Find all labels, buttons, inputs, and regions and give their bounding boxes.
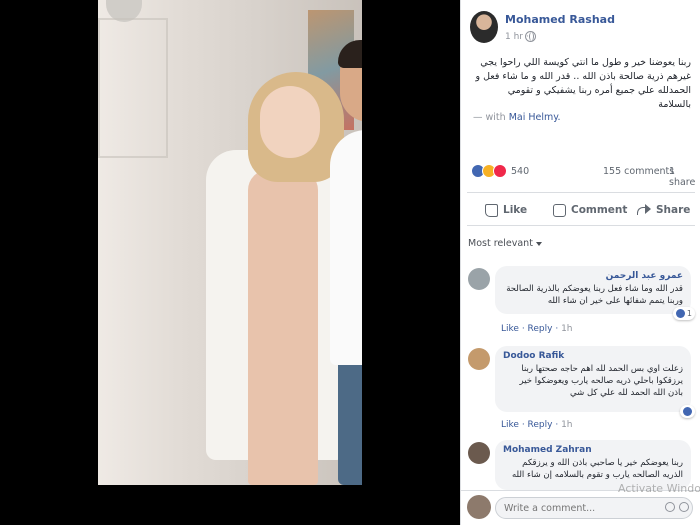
commenter-name[interactable]: Dodoo Rafik [503, 351, 683, 361]
author-avatar[interactable] [470, 11, 498, 43]
photo-shelf [98, 18, 168, 158]
woman-face [260, 86, 320, 158]
emoji-icon[interactable] [665, 502, 675, 512]
share-arrow-icon [637, 204, 651, 216]
comment-count[interactable]: 155 comments [603, 166, 674, 177]
post-text: ربنا يعوضنا خير و طول ما انتي كويسة اللي… [475, 57, 691, 110]
reaction-icons[interactable] [471, 164, 511, 180]
comment-reply-link[interactable]: Reply [528, 324, 553, 334]
man-shirt [330, 130, 362, 365]
camera-icon[interactable] [679, 502, 689, 512]
comment-filter-dropdown[interactable]: Most relevant [468, 238, 542, 249]
thumbs-up-icon [485, 203, 498, 217]
comment-button[interactable]: Comment [553, 199, 627, 221]
comment-bubble: Dodoo Rafik زعلت اوي بس الحمد لله اهم حا… [495, 346, 695, 418]
post-panel: Mohamed Rashad 1 hr · ربنا يعوضنا خير و … [460, 0, 700, 525]
woman-dress [248, 170, 318, 485]
post-header: Mohamed Rashad 1 hr · [461, 0, 700, 56]
post-actions: Like Comment Share [467, 192, 695, 226]
reaction-count[interactable]: 540 [511, 166, 529, 177]
globe-icon [525, 31, 536, 42]
like-reaction-icon [683, 407, 692, 416]
comment-like-link[interactable]: Like [501, 420, 519, 430]
commenter-avatar[interactable] [468, 268, 490, 290]
commenter-avatar[interactable] [468, 442, 490, 464]
viewer-avatar [467, 495, 491, 519]
comment-actions: Like · Reply · 1h [501, 324, 573, 334]
author-name[interactable]: Mohamed Rashad [505, 13, 615, 26]
comment-reply-link[interactable]: Reply [528, 420, 553, 430]
comment-button-label: Comment [571, 204, 628, 216]
comment-icon [553, 203, 566, 217]
reactions-bar: 540 155 comments 1 share [461, 160, 700, 188]
comment-like-badge[interactable] [680, 405, 695, 418]
comment-filter-label: Most relevant [468, 238, 533, 249]
comment-time[interactable]: 1h [561, 324, 572, 334]
comment-like-badge[interactable]: 1 [672, 307, 695, 320]
comment-like-link[interactable]: Like [501, 324, 519, 334]
comment-bubble: عمرو عبد الرحمن قدر الله وما شاء فعل ربن… [495, 266, 695, 320]
man-jeans [338, 350, 362, 485]
composer-icons [665, 502, 689, 512]
commenter-name[interactable]: Mohamed Zahran [503, 445, 683, 455]
commenter-name[interactable]: عمرو عبد الرحمن [503, 271, 683, 281]
comment-text: قدر الله وما شاء فعل ربنا يعوضكم بالذرية… [506, 284, 683, 306]
tagged-line: — with Mai Helmy. [473, 112, 561, 123]
love-reaction-icon [493, 164, 507, 178]
photo-viewer [0, 0, 460, 525]
share-button-label: Share [656, 204, 691, 216]
like-button-label: Like [503, 204, 528, 216]
comment-input[interactable] [495, 497, 693, 519]
comment-like-count: 1 [686, 309, 692, 318]
like-reaction-icon [675, 309, 685, 318]
tagged-name[interactable]: Mai Helmy. [509, 112, 561, 123]
commenter-avatar[interactable] [468, 348, 490, 370]
comment-text: ربنا يعوضكم خير يا صاحبي باذن الله و يرز… [511, 458, 683, 480]
tagged-prefix: — with [473, 112, 509, 123]
comment-time[interactable]: 1h [561, 420, 572, 430]
comment-text: زعلت اوي بس الحمد لله اهم حاجه صحتها ربن… [519, 364, 683, 398]
share-button[interactable]: Share [637, 199, 690, 221]
share-count[interactable]: 1 share [669, 166, 700, 188]
comment-bubble: Mohamed Zahran ربنا يعوضكم خير يا صاحبي … [495, 440, 691, 490]
like-button[interactable]: Like [485, 199, 527, 221]
comment-actions: Like · Reply · 1h [501, 420, 573, 430]
comment-composer [461, 490, 700, 525]
post-photo[interactable] [98, 0, 362, 485]
chevron-down-icon [535, 241, 542, 246]
